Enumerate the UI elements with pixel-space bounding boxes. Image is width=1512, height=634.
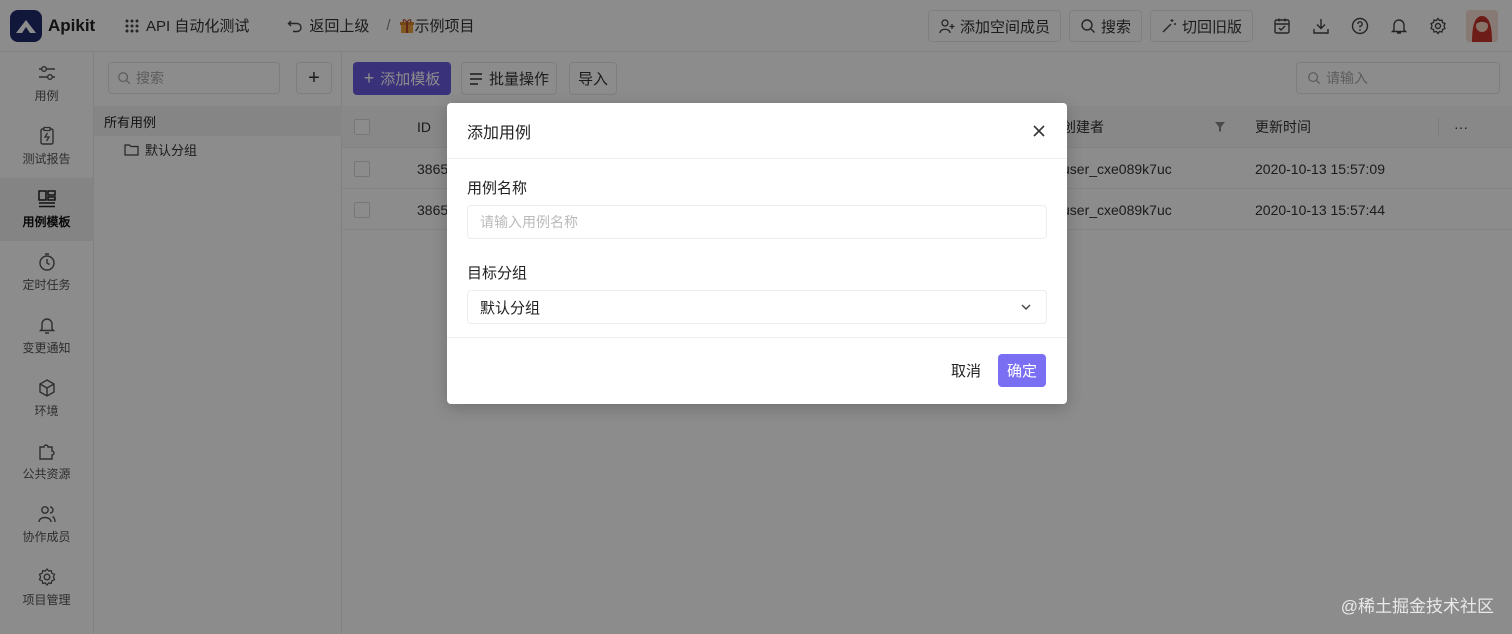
- close-icon[interactable]: [1031, 123, 1047, 139]
- case-name-input[interactable]: 请输入用例名称: [467, 205, 1047, 239]
- dialog-title: 添加用例: [447, 103, 1067, 159]
- target-group-select[interactable]: 默认分组: [467, 290, 1047, 324]
- confirm-button[interactable]: 确定: [998, 354, 1046, 387]
- watermark: @稀土掘金技术社区: [1340, 597, 1494, 616]
- dialog-footer-divider: [447, 337, 1067, 338]
- add-case-dialog: 添加用例 用例名称 请输入用例名称 目标分组 默认分组 取消 确定: [447, 103, 1067, 404]
- target-group-label: 目标分组: [467, 265, 528, 282]
- target-group-value: 默认分组: [480, 299, 541, 317]
- case-name-label: 用例名称: [467, 180, 528, 197]
- chevron-down-icon: [1021, 304, 1031, 310]
- case-name-placeholder: 请输入用例名称: [480, 214, 578, 230]
- cancel-button[interactable]: 取消: [943, 354, 989, 387]
